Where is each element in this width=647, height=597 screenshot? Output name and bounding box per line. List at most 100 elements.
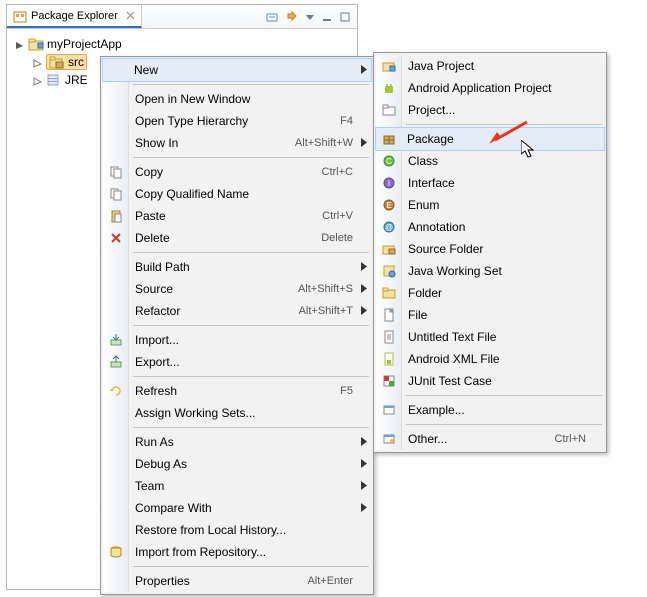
menu-copy[interactable]: CopyCtrl+C [103,161,371,183]
submenu-file[interactable]: File [376,304,604,326]
svg-text:C: C [386,157,392,166]
submenu-junit-test-case[interactable]: JUnit Test Case [376,370,604,392]
menu-separator [133,157,369,158]
menu-debug-as[interactable]: Debug As [103,453,371,475]
selected-node: src [46,54,87,70]
example-icon [380,401,398,419]
submenu-folder[interactable]: Folder [376,282,604,304]
submenu-enum[interactable]: E Enum [376,194,604,216]
submenu-arrow-icon [361,457,367,471]
menu-import-from-repository[interactable]: Import from Repository... [103,541,371,563]
interface-icon: I [380,174,398,192]
submenu-example[interactable]: Example... [376,399,604,421]
submenu-new: Java Project Android Application Project… [373,52,607,453]
file-icon [380,306,398,324]
menu-separator [406,424,602,425]
menu-open-type-hierarchy[interactable]: Open Type HierarchyF4 [103,110,371,132]
paste-icon [107,207,125,225]
src-label: src [68,55,84,69]
menu-properties[interactable]: PropertiesAlt+Enter [103,570,371,592]
context-menu: New Open in New Window Open Type Hierarc… [100,56,374,595]
submenu-other[interactable]: Other...Ctrl+N [376,428,604,450]
menu-import[interactable]: Import... [103,329,371,351]
submenu-java-working-set[interactable]: Java Working Set [376,260,604,282]
submenu-arrow-icon [361,304,367,318]
menu-delete[interactable]: DeleteDelete [103,227,371,249]
menu-compare-with[interactable]: Compare With [103,497,371,519]
folder-icon [380,284,398,302]
jre-label: JRE [65,73,88,87]
tab-package-explorer[interactable]: Package Explorer [7,5,142,28]
menu-assign-working-sets[interactable]: Assign Working Sets... [103,402,371,424]
enum-icon: E [380,196,398,214]
class-icon: C [380,152,398,170]
menu-show-in[interactable]: Show InAlt+Shift+W [103,132,371,154]
delete-icon [107,229,125,247]
menu-open-new-window[interactable]: Open in New Window [103,88,371,110]
tab-bar: Package Explorer [7,5,357,29]
menu-build-path[interactable]: Build Path [103,256,371,278]
submenu-package[interactable]: Package [375,127,605,151]
package-explorer-icon [13,9,27,23]
menu-separator [133,376,369,377]
submenu-untitled-text-file[interactable]: Untitled Text File [376,326,604,348]
menu-run-as[interactable]: Run As [103,431,371,453]
submenu-annotation[interactable]: @ Annotation [376,216,604,238]
annotation-icon: @ [380,218,398,236]
submenu-project[interactable]: Project... [376,99,604,121]
view-menu-icon[interactable] [305,10,315,24]
menu-restore-local-history[interactable]: Restore from Local History... [103,519,371,541]
source-folder-icon [380,240,398,258]
close-icon[interactable] [122,11,135,20]
tree-row-project[interactable]: myProjectApp [11,35,353,53]
svg-text:E: E [386,201,391,210]
menu-separator [406,124,602,125]
import-icon [107,331,125,349]
submenu-arrow-icon [361,479,367,493]
copy-icon [107,163,125,181]
expand-arrow-icon[interactable] [15,39,25,49]
minimize-icon[interactable] [321,11,333,23]
submenu-android-app-project[interactable]: Android Application Project [376,77,604,99]
refresh-icon [107,382,125,400]
menu-separator [133,566,369,567]
working-set-icon [380,262,398,280]
svg-text:@: @ [385,223,393,232]
menu-source[interactable]: SourceAlt+Shift+S [103,278,371,300]
package-icon [380,130,398,148]
maximize-icon[interactable] [339,11,351,23]
menu-export[interactable]: Export... [103,351,371,373]
menu-new[interactable]: New [102,58,372,82]
submenu-arrow-icon [361,136,367,150]
submenu-arrow-icon [361,63,367,77]
submenu-java-project[interactable]: Java Project [376,55,604,77]
repository-icon [107,543,125,561]
project-label: myProjectApp [47,37,122,51]
menu-copy-qualified[interactable]: Copy Qualified Name [103,183,371,205]
submenu-android-xml-file[interactable]: Android XML File [376,348,604,370]
submenu-arrow-icon [361,435,367,449]
tab-title: Package Explorer [31,10,118,22]
wizard-icon [380,430,398,448]
text-file-icon [380,328,398,346]
android-icon [380,79,398,97]
menu-refactor[interactable]: RefactorAlt+Shift+T [103,300,371,322]
project-icon [380,101,398,119]
submenu-interface[interactable]: I Interface [376,172,604,194]
menu-refresh[interactable]: RefreshF5 [103,380,371,402]
menu-paste[interactable]: PasteCtrl+V [103,205,371,227]
submenu-source-folder[interactable]: Source Folder [376,238,604,260]
export-icon [107,353,125,371]
android-xml-icon [380,350,398,368]
expand-arrow-icon[interactable] [33,57,43,67]
submenu-class[interactable]: C Class [376,150,604,172]
collapse-all-icon[interactable] [265,10,279,24]
source-folder-icon [49,55,65,69]
expand-arrow-icon[interactable] [33,75,43,85]
svg-text:I: I [388,179,390,188]
project-icon [28,37,44,51]
submenu-arrow-icon [361,501,367,515]
link-editor-icon[interactable] [285,10,299,24]
menu-separator [133,84,369,85]
menu-team[interactable]: Team [103,475,371,497]
